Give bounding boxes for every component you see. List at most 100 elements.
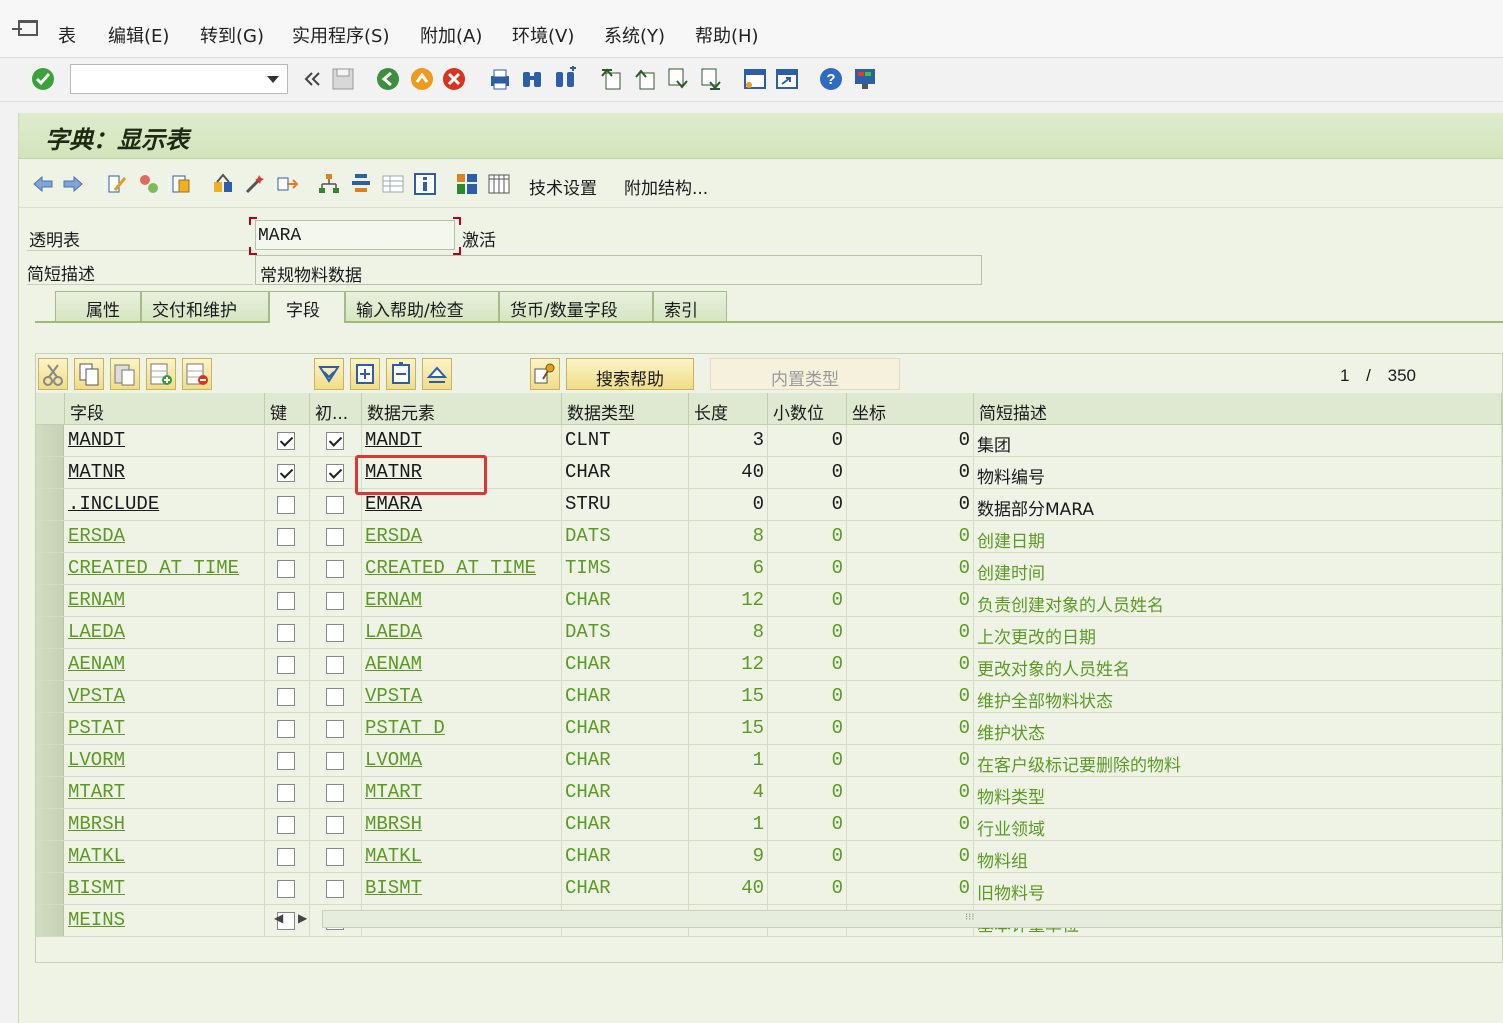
field-name-cell-text[interactable]: LVORM — [68, 749, 125, 771]
field-name-cell-text[interactable]: PSTAT — [68, 717, 125, 739]
data-element-cell[interactable]: MTART — [362, 777, 562, 809]
data-element-cell[interactable]: PSTAT_D — [362, 713, 562, 745]
horizontal-scrollbar[interactable]: ◀ ▶ ⁝⁝⁝ — [36, 908, 1502, 930]
table-display-icon[interactable] — [381, 172, 405, 196]
cut-row-button[interactable] — [38, 358, 68, 390]
field-name-cell[interactable]: MTART — [65, 777, 265, 809]
initial-checkbox[interactable] — [326, 688, 344, 706]
menu-item-goto[interactable]: 转到(G) — [200, 22, 264, 48]
technical-settings-button[interactable]: 技术设置 — [529, 174, 597, 199]
row-selector[interactable] — [36, 425, 64, 456]
menu-item-extras[interactable]: 附加(A) — [420, 22, 482, 48]
field-name-cell-text[interactable]: ERSDA — [68, 525, 125, 547]
field-name-cell-text[interactable]: .INCLUDE — [68, 493, 159, 515]
column-header-short-desc[interactable]: 简短描述 — [974, 393, 1502, 425]
data-element-cell-text[interactable]: PSTAT_D — [365, 717, 445, 739]
initial-checkbox[interactable] — [326, 752, 344, 770]
key-checkbox[interactable] — [277, 496, 295, 514]
shortcut-icon[interactable] — [774, 66, 800, 92]
help-icon[interactable]: ? — [818, 66, 844, 92]
key-checkbox[interactable] — [277, 784, 295, 802]
row-selector[interactable] — [36, 649, 64, 680]
initial-checkbox[interactable] — [326, 432, 344, 450]
previous-page-icon[interactable] — [632, 66, 658, 92]
data-element-cell[interactable]: MANDT — [362, 425, 562, 457]
field-name-cell-text[interactable]: LAEDA — [68, 621, 125, 643]
last-page-icon[interactable] — [698, 66, 724, 92]
data-element-cell-text[interactable]: CREATED_AT_TIME — [365, 557, 536, 579]
key-checkbox[interactable] — [277, 528, 295, 546]
initial-checkbox[interactable] — [326, 528, 344, 546]
field-name-cell[interactable]: LAEDA — [65, 617, 265, 649]
field-name-cell[interactable]: CREATED_AT_TIME — [65, 553, 265, 585]
field-name-cell-text[interactable]: MATNR — [68, 461, 125, 483]
data-element-cell-text[interactable]: LVOMA — [365, 749, 422, 771]
back-icon[interactable] — [375, 66, 401, 92]
initial-checkbox[interactable] — [326, 560, 344, 578]
key-checkbox[interactable] — [277, 560, 295, 578]
first-page-icon[interactable] — [598, 66, 624, 92]
select-all-button[interactable] — [350, 358, 380, 390]
data-element-cell-text[interactable]: VPSTA — [365, 685, 422, 707]
where-used-icon[interactable] — [275, 172, 299, 196]
active-inactive-icon[interactable] — [137, 172, 161, 196]
menu-item-system[interactable]: 系统(Y) — [604, 22, 665, 48]
field-name-cell[interactable]: .INCLUDE — [65, 489, 265, 521]
field-name-cell[interactable]: MATNR — [65, 457, 265, 489]
copy-row-button[interactable] — [74, 358, 104, 390]
row-selector[interactable] — [36, 553, 64, 584]
row-selector[interactable] — [36, 809, 64, 840]
row-selector[interactable] — [36, 617, 64, 648]
print-icon[interactable] — [487, 66, 513, 92]
menu-item-edit[interactable]: 编辑(E) — [108, 22, 169, 48]
initial-checkbox[interactable] — [326, 592, 344, 610]
row-selector[interactable] — [36, 777, 64, 808]
key-checkbox[interactable] — [277, 432, 295, 450]
cancel-icon[interactable] — [441, 66, 467, 92]
initial-checkbox[interactable] — [326, 880, 344, 898]
table-row[interactable]: ERNAM ERNAM CHAR 12 0 0 负责创建对象的人员姓名 — [36, 585, 1502, 617]
display-change-icon[interactable] — [105, 172, 129, 196]
scroll-left-icon[interactable]: ◀ — [274, 911, 283, 925]
table-row[interactable]: AENAM AENAM CHAR 12 0 0 更改对象的人员姓名 — [36, 649, 1502, 681]
field-name-cell[interactable]: MATKL — [65, 841, 265, 873]
append-structure-button[interactable]: 附加结构... — [624, 174, 708, 199]
table-row[interactable]: LAEDA LAEDA DATS 8 0 0 上次更改的日期 — [36, 617, 1502, 649]
data-element-cell[interactable]: CREATED_AT_TIME — [362, 553, 562, 585]
column-header-length[interactable]: 长度 — [689, 393, 768, 425]
data-element-cell-text[interactable]: MATKL — [365, 845, 422, 867]
data-element-cell[interactable]: BISMT — [362, 873, 562, 905]
initial-checkbox[interactable] — [326, 720, 344, 738]
key-checkbox[interactable] — [277, 720, 295, 738]
insert-row-button[interactable] — [146, 358, 176, 390]
table-name-field[interactable]: MARA — [255, 220, 455, 250]
key-checkbox[interactable] — [277, 880, 295, 898]
row-selector[interactable] — [36, 873, 64, 904]
menu-item-environment[interactable]: 环境(V) — [512, 22, 574, 48]
column-header-field[interactable]: 字段 — [65, 393, 265, 425]
field-name-cell-text[interactable]: VPSTA — [68, 685, 125, 707]
data-element-cell-text[interactable]: AENAM — [365, 653, 422, 675]
field-name-cell[interactable]: LVORM — [65, 745, 265, 777]
data-element-cell-text[interactable]: MTART — [365, 781, 422, 803]
row-selector[interactable] — [36, 521, 64, 552]
tab-indexes[interactable]: 索引 — [653, 291, 727, 321]
menu-item-table[interactable]: 表 — [58, 22, 76, 48]
key-checkbox[interactable] — [277, 816, 295, 834]
hierarchy-icon[interactable] — [317, 172, 341, 196]
field-name-cell-text[interactable]: MANDT — [68, 429, 125, 451]
key-checkbox[interactable] — [277, 688, 295, 706]
arrow-left-icon[interactable] — [31, 172, 55, 196]
row-selector[interactable] — [36, 681, 64, 712]
info-icon[interactable] — [413, 172, 437, 196]
field-name-cell[interactable]: ERNAM — [65, 585, 265, 617]
field-name-cell-text[interactable]: MBRSH — [68, 813, 125, 835]
customize-layout-icon[interactable] — [852, 66, 878, 92]
field-name-cell[interactable]: VPSTA — [65, 681, 265, 713]
table-row[interactable]: .INCLUDE EMARA STRU 0 0 0 数据部分MARA — [36, 489, 1502, 521]
initial-checkbox[interactable] — [326, 464, 344, 482]
check-icon[interactable] — [211, 172, 235, 196]
column-header-initial[interactable]: 初... — [310, 393, 362, 425]
scroll-right-icon[interactable]: ▶ — [298, 911, 307, 925]
menu-item-utilities[interactable]: 实用程序(S) — [292, 22, 389, 48]
